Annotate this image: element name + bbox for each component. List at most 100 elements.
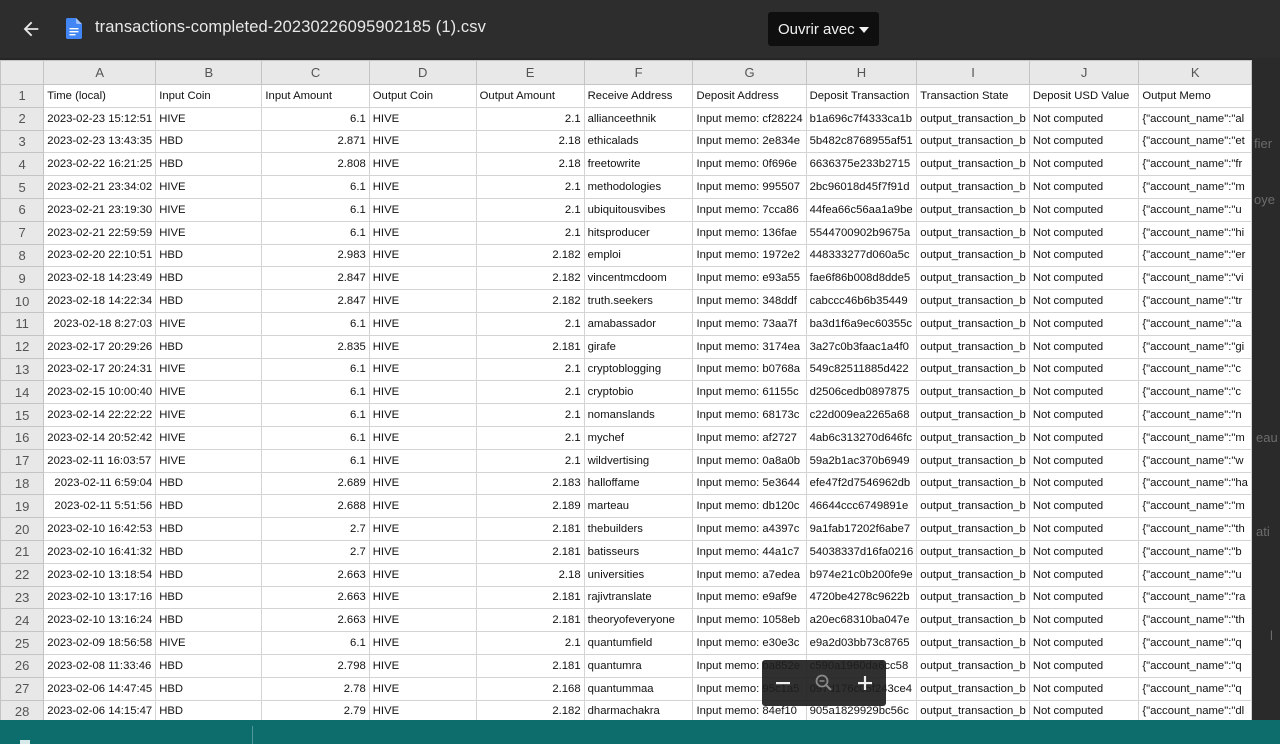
table-cell[interactable]: HIVE — [368, 334, 477, 359]
table-cell[interactable]: Input memo: 995507 — [692, 175, 807, 199]
table-cell[interactable]: Input memo: 348ddf — [692, 289, 807, 313]
table-cell[interactable]: HIVE — [368, 106, 477, 131]
table-cell[interactable]: 2.182 — [475, 289, 585, 313]
column-header-b[interactable]: B — [155, 60, 263, 85]
table-cell[interactable]: Not computed — [1028, 494, 1140, 519]
table-cell[interactable]: 2.7 — [261, 539, 370, 564]
table-cell[interactable]: Not computed — [1028, 631, 1140, 655]
table-cell[interactable]: Input memo: af2727 — [692, 425, 807, 450]
table-cell[interactable]: HIVE — [155, 425, 263, 450]
table-cell[interactable]: 5544700902b9675a — [805, 220, 918, 245]
zoom-reset-button[interactable] — [809, 668, 839, 698]
table-cell[interactable]: output_transaction_b — [916, 334, 1030, 359]
header-cell[interactable]: Output Coin — [368, 84, 477, 108]
table-cell[interactable]: 4ab6c313270d646fc — [805, 425, 918, 450]
header-cell[interactable]: Transaction State — [916, 84, 1030, 108]
column-header-d[interactable]: D — [368, 60, 477, 85]
table-cell[interactable]: HBD — [155, 608, 263, 633]
table-cell[interactable]: HIVE — [368, 425, 477, 450]
table-cell[interactable]: {"account_name":"n — [1138, 403, 1252, 427]
table-cell[interactable]: 9a1fab17202f6abe7 — [805, 517, 918, 541]
table-cell[interactable]: d2506cedb0897875 — [805, 380, 918, 405]
table-cell[interactable]: 2.79 — [261, 699, 370, 720]
table-cell[interactable]: 2.181 — [475, 539, 585, 564]
row-number[interactable]: 1 — [0, 84, 45, 108]
table-cell[interactable]: output_transaction_b — [916, 448, 1030, 473]
table-cell[interactable]: emploi — [583, 243, 694, 268]
table-cell[interactable]: girafe — [583, 334, 694, 359]
table-cell[interactable]: methodologies — [583, 175, 694, 199]
table-cell[interactable]: Not computed — [1028, 380, 1140, 405]
table-cell[interactable]: 44fea66c56aa1a9be — [805, 197, 918, 222]
table-cell[interactable]: 2023-02-11 16:03:57 — [43, 448, 157, 473]
table-cell[interactable]: Input memo: 0a8a0b — [692, 448, 807, 473]
table-cell[interactable]: {"account_name":"b — [1138, 539, 1252, 564]
table-cell[interactable]: mychef — [583, 425, 694, 450]
table-cell[interactable]: output_transaction_b — [916, 585, 1030, 610]
table-cell[interactable]: ba3d1f6a9ec60355c — [805, 311, 918, 336]
table-cell[interactable]: Not computed — [1028, 220, 1140, 245]
table-cell[interactable]: b1a696c7f4333ca1b — [805, 106, 918, 131]
header-cell[interactable]: Receive Address — [583, 84, 694, 108]
table-cell[interactable]: 6.1 — [261, 197, 370, 222]
table-cell[interactable]: 6.1 — [261, 175, 370, 199]
table-cell[interactable]: 2.798 — [261, 653, 370, 678]
table-cell[interactable]: HBD — [155, 676, 263, 701]
table-cell[interactable]: Not computed — [1028, 448, 1140, 473]
table-cell[interactable]: universities — [583, 562, 694, 587]
table-cell[interactable]: Not computed — [1028, 106, 1140, 131]
table-cell[interactable]: 2.1 — [475, 631, 585, 655]
table-cell[interactable]: Not computed — [1028, 152, 1140, 177]
table-cell[interactable]: 2.7 — [261, 517, 370, 541]
table-cell[interactable]: output_transaction_b — [916, 494, 1030, 519]
header-cell[interactable]: Time (local) — [43, 84, 157, 108]
table-cell[interactable]: Not computed — [1028, 403, 1140, 427]
table-cell[interactable]: 549c82511885d422 — [805, 357, 918, 382]
table-cell[interactable]: HIVE — [368, 357, 477, 382]
table-cell[interactable]: amabassador — [583, 311, 694, 336]
table-cell[interactable]: 2bc96018d45f7f91d — [805, 175, 918, 199]
table-cell[interactable]: HIVE — [368, 266, 477, 291]
row-number[interactable]: 10 — [0, 289, 45, 313]
table-cell[interactable]: output_transaction_b — [916, 539, 1030, 564]
table-cell[interactable]: HIVE — [368, 448, 477, 473]
row-number[interactable]: 21 — [0, 539, 45, 564]
table-cell[interactable]: HBD — [155, 289, 263, 313]
table-cell[interactable]: 2.181 — [475, 608, 585, 633]
corner-cell[interactable] — [0, 60, 45, 85]
table-cell[interactable]: thebuilders — [583, 517, 694, 541]
table-cell[interactable]: 2023-02-23 13:43:35 — [43, 129, 157, 154]
table-cell[interactable]: output_transaction_b — [916, 106, 1030, 131]
table-cell[interactable]: HIVE — [155, 197, 263, 222]
table-cell[interactable]: output_transaction_b — [916, 471, 1030, 496]
table-cell[interactable]: Not computed — [1028, 334, 1140, 359]
table-cell[interactable]: quantumfield — [583, 631, 694, 655]
header-cell[interactable]: Deposit Address — [692, 84, 807, 108]
table-cell[interactable]: 2.189 — [475, 494, 585, 519]
table-cell[interactable]: output_transaction_b — [916, 631, 1030, 655]
table-cell[interactable]: HIVE — [368, 380, 477, 405]
table-cell[interactable]: 2.18 — [475, 152, 585, 177]
table-cell[interactable]: Input memo: b0768a — [692, 357, 807, 382]
table-cell[interactable]: {"account_name":"ha — [1138, 471, 1252, 496]
row-number[interactable]: 27 — [0, 676, 45, 701]
row-number[interactable]: 24 — [0, 608, 45, 633]
table-cell[interactable]: 6.1 — [261, 220, 370, 245]
table-cell[interactable]: {"account_name":"th — [1138, 517, 1252, 541]
table-cell[interactable]: 6.1 — [261, 631, 370, 655]
table-cell[interactable]: HIVE — [368, 289, 477, 313]
table-cell[interactable]: 6636375e233b2715 — [805, 152, 918, 177]
table-cell[interactable]: Input memo: 1972e2 — [692, 243, 807, 268]
table-cell[interactable]: {"account_name":"u — [1138, 562, 1252, 587]
table-cell[interactable]: Not computed — [1028, 608, 1140, 633]
table-cell[interactable]: {"account_name":"q — [1138, 631, 1252, 655]
table-cell[interactable]: HIVE — [368, 311, 477, 336]
table-cell[interactable]: output_transaction_b — [916, 266, 1030, 291]
table-cell[interactable]: allianceethnik — [583, 106, 694, 131]
table-cell[interactable]: HBD — [155, 471, 263, 496]
table-cell[interactable]: 2.1 — [475, 448, 585, 473]
table-cell[interactable]: 2.983 — [261, 243, 370, 268]
table-cell[interactable]: nomanslands — [583, 403, 694, 427]
table-cell[interactable]: output_transaction_b — [916, 380, 1030, 405]
table-cell[interactable]: Input memo: 0f696e — [692, 152, 807, 177]
